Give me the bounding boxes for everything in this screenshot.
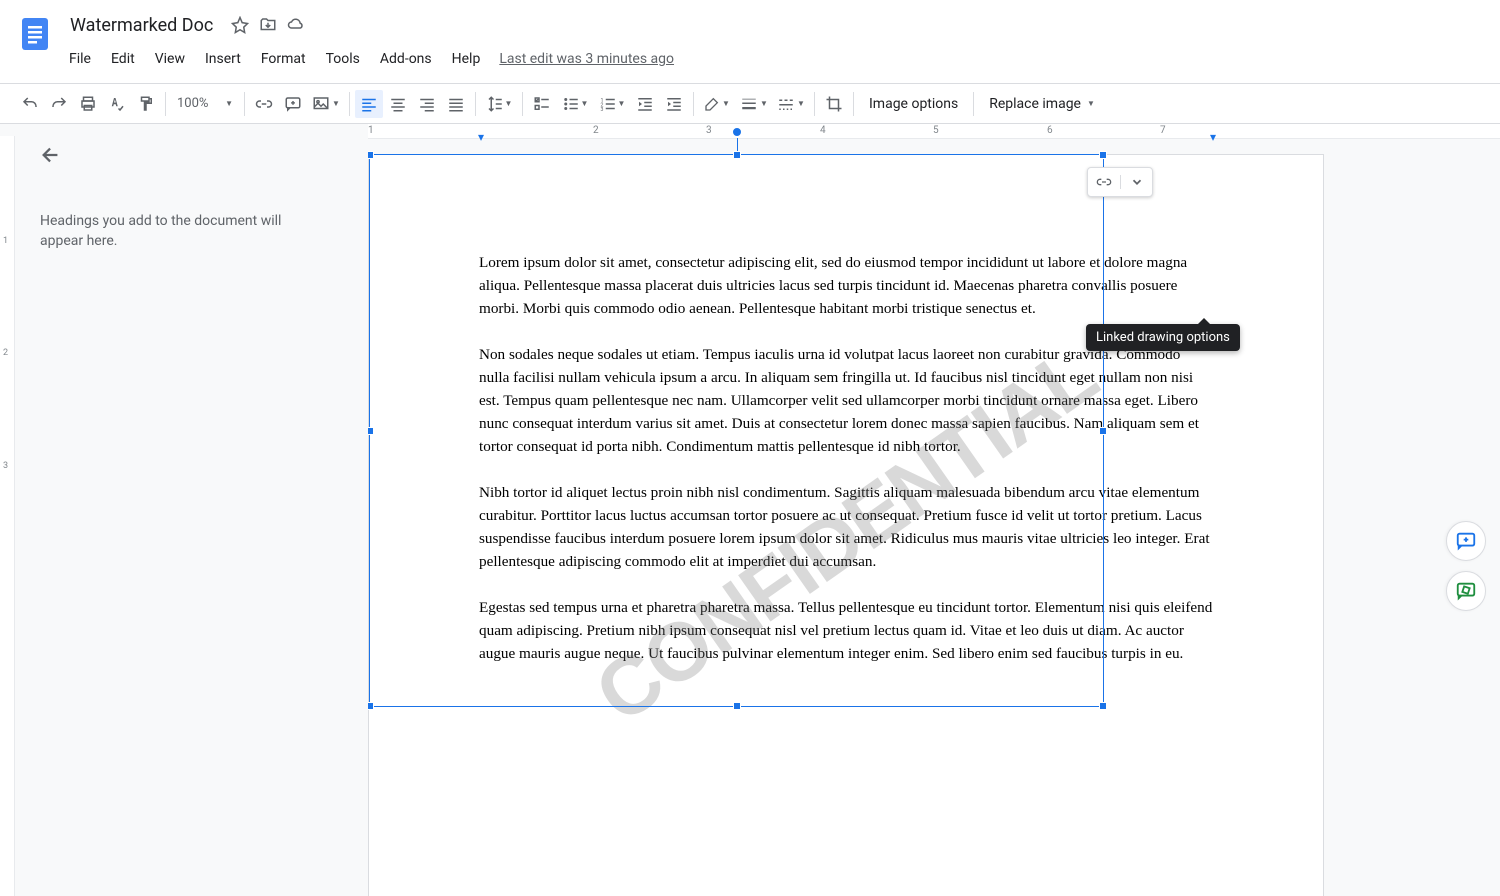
- crop-button[interactable]: [820, 90, 848, 118]
- zoom-value: 100%: [177, 96, 208, 111]
- menu-edit[interactable]: Edit: [102, 47, 144, 71]
- menubar: File Edit View Insert Format Tools Add-o…: [60, 44, 1484, 74]
- spellcheck-button[interactable]: [103, 90, 131, 118]
- insert-image-button[interactable]: ▼: [308, 90, 344, 118]
- outline-placeholder: Headings you add to the document will ap…: [40, 211, 320, 251]
- redo-button[interactable]: [45, 90, 73, 118]
- border-color-button[interactable]: ▼: [699, 90, 735, 118]
- resize-handle[interactable]: [368, 151, 374, 159]
- suggest-edits-rail-button[interactable]: [1446, 571, 1486, 611]
- resize-handle[interactable]: [368, 702, 374, 710]
- separator: [475, 92, 476, 116]
- page-content: CONFIDENTIAL Lorem ipsum dolor sit amet,…: [369, 155, 1323, 784]
- separator: [522, 92, 523, 116]
- separator: [165, 92, 166, 116]
- menu-format[interactable]: Format: [252, 47, 315, 71]
- chevron-down-icon: ▼: [225, 99, 233, 108]
- tooltip-linked-drawing: Linked drawing options: [1086, 324, 1240, 351]
- menu-view[interactable]: View: [146, 47, 194, 71]
- resize-handle[interactable]: [1099, 702, 1107, 710]
- border-dash-button[interactable]: ▼: [773, 90, 809, 118]
- align-right-button[interactable]: [413, 90, 441, 118]
- resize-handle[interactable]: [733, 702, 741, 710]
- separator: [973, 92, 974, 116]
- editor: 1 2 3 Headings you add to the document w…: [0, 124, 1500, 896]
- align-left-button[interactable]: [355, 90, 383, 118]
- zoom-select[interactable]: 100% ▼: [171, 90, 239, 118]
- vertical-ruler: 1 2 3: [0, 136, 15, 896]
- checklist-button[interactable]: [528, 90, 556, 118]
- separator: [814, 92, 815, 116]
- image-options-button[interactable]: Image options: [859, 90, 968, 118]
- image-options-label: Image options: [869, 96, 958, 112]
- undo-button[interactable]: [16, 90, 44, 118]
- chevron-down-icon: ▼: [1087, 99, 1095, 108]
- replace-image-label: Replace image: [989, 96, 1081, 112]
- outline-back-button[interactable]: [40, 144, 64, 171]
- insert-link-button[interactable]: [250, 90, 278, 118]
- align-justify-button[interactable]: [442, 90, 470, 118]
- paint-format-button[interactable]: [132, 90, 160, 118]
- docs-logo[interactable]: [16, 14, 56, 54]
- resize-handle[interactable]: [1099, 151, 1107, 159]
- horizontal-ruler[interactable]: 1 ▾ 2 3 4 5 6 7 ▾: [368, 124, 1500, 139]
- menu-tools[interactable]: Tools: [317, 47, 369, 71]
- rotate-handle[interactable]: [732, 127, 742, 137]
- outline-pane: Headings you add to the document will ap…: [0, 124, 368, 896]
- last-edit-link[interactable]: Last edit was 3 minutes ago: [499, 51, 674, 67]
- menu-addons[interactable]: Add-ons: [371, 47, 441, 71]
- border-weight-button[interactable]: ▼: [736, 90, 772, 118]
- resize-handle[interactable]: [733, 151, 741, 159]
- document-title[interactable]: Watermarked Doc: [64, 13, 219, 38]
- cloud-status-icon[interactable]: [285, 14, 307, 36]
- title-area: Watermarked Doc File Edit View Insert Fo…: [64, 8, 1484, 74]
- bulleted-list-button[interactable]: ▼: [557, 90, 593, 118]
- separator: [349, 92, 350, 116]
- linked-options-button[interactable]: [1120, 175, 1152, 189]
- indent-marker-left[interactable]: ▾: [478, 130, 484, 144]
- indent-marker-right[interactable]: ▾: [1210, 130, 1216, 144]
- numbered-list-button[interactable]: 123▼: [594, 90, 630, 118]
- linked-icon[interactable]: [1088, 174, 1120, 190]
- increase-indent-button[interactable]: [660, 90, 688, 118]
- decrease-indent-button[interactable]: [631, 90, 659, 118]
- separator: [244, 92, 245, 116]
- svg-text:3: 3: [600, 106, 603, 112]
- align-center-button[interactable]: [384, 90, 412, 118]
- add-comment-rail-button[interactable]: [1446, 521, 1486, 561]
- linked-drawing-pill: [1087, 167, 1153, 197]
- resize-handle[interactable]: [1099, 427, 1107, 435]
- right-rail: [1446, 521, 1486, 611]
- move-icon[interactable]: [257, 14, 279, 36]
- separator: [853, 92, 854, 116]
- replace-image-button[interactable]: Replace image ▼: [979, 90, 1105, 118]
- toolbar: 100% ▼ ▼ ▼ ▼ 123▼ ▼ ▼ ▼ Image options Rep…: [0, 84, 1500, 124]
- resize-handle[interactable]: [368, 427, 374, 435]
- menu-insert[interactable]: Insert: [196, 47, 250, 71]
- app-header: Watermarked Doc File Edit View Insert Fo…: [0, 0, 1500, 84]
- menu-help[interactable]: Help: [443, 47, 490, 71]
- print-button[interactable]: [74, 90, 102, 118]
- star-icon[interactable]: [229, 14, 251, 36]
- add-comment-button[interactable]: [279, 90, 307, 118]
- line-spacing-button[interactable]: ▼: [481, 90, 517, 118]
- menu-file[interactable]: File: [60, 47, 100, 71]
- canvas[interactable]: 1 ▾ 2 3 4 5 6 7 ▾ CONFIDENTIAL Lorem ips…: [368, 124, 1500, 896]
- separator: [693, 92, 694, 116]
- page[interactable]: CONFIDENTIAL Lorem ipsum dolor sit amet,…: [368, 154, 1324, 896]
- selection-box[interactable]: [369, 154, 1104, 707]
